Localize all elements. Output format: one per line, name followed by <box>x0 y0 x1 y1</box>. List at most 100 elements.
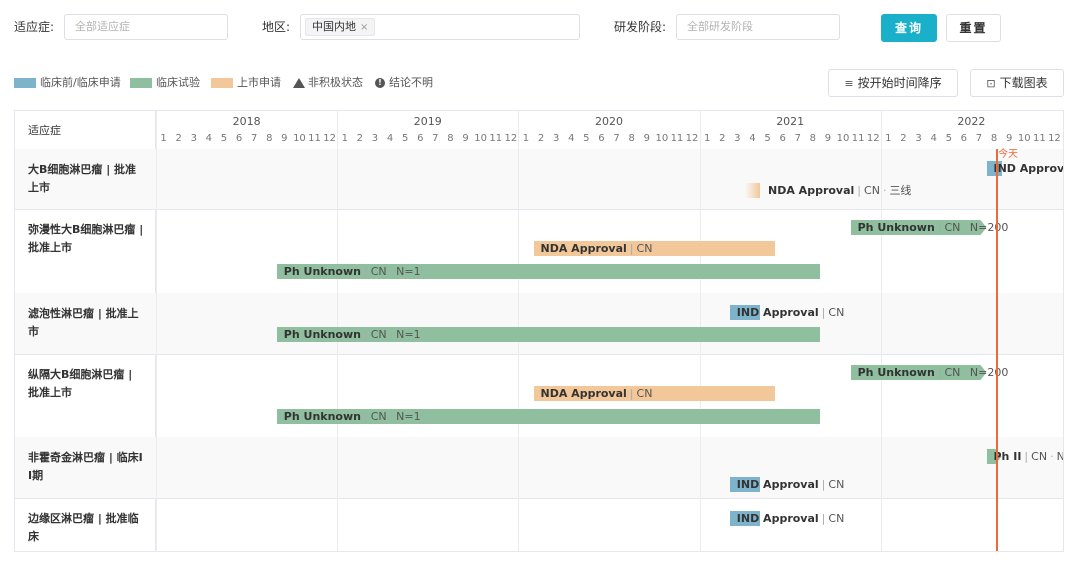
bar-separator: · <box>882 184 887 197</box>
year-label: 2021 <box>776 115 805 128</box>
month-label: 11 <box>1032 133 1046 144</box>
bar-separator: · <box>963 366 967 379</box>
timeline-row: 非霍奇金淋巴瘤 | 临床II期 <box>15 437 1063 499</box>
month-label: 7 <box>794 133 801 144</box>
phase-select[interactable]: 全部研发阶段 <box>676 14 840 40</box>
month-label: 8 <box>809 133 817 144</box>
month-label: 7 <box>250 133 258 144</box>
timeline-chart: 适应症 2018 1 2 3 4 5 6 7 8 9 10 11 12 2019 1 2 3 4 5 6 7 8 9 10 11… <box>14 110 1064 552</box>
month-label: 10 <box>836 133 850 144</box>
bar-separator: | <box>629 242 634 255</box>
bar-detail: CN <box>370 265 387 278</box>
month-label: 11 <box>670 133 684 144</box>
download-icon: ⊡ <box>986 77 996 90</box>
year-gridline <box>156 111 157 551</box>
timeline-bar-nda[interactable] <box>744 183 760 198</box>
legend-swatch-nda <box>211 78 233 88</box>
bar-detail: CN <box>370 328 387 341</box>
bar-phase-name: Ph Unknown <box>283 410 361 423</box>
bar-separator: | <box>1024 450 1029 463</box>
month-label: 9 <box>824 133 832 144</box>
indication-label[interactable]: 弥漫性大B细胞淋巴瘤 | 批准上市 <box>28 221 146 257</box>
indication-column-header: 适应症 <box>28 124 61 137</box>
month-label: 11 <box>851 133 865 144</box>
bar-label: IND Approval|CN <box>737 511 845 526</box>
reset-button[interactable]: 重置 <box>946 14 1001 42</box>
month-label: 2 <box>537 133 545 144</box>
bar-label: NDA Approval | CN <box>541 386 653 401</box>
month-label: 10 <box>293 133 306 144</box>
download-label: 下载图表 <box>999 76 1048 90</box>
close-icon[interactable]: × <box>360 22 368 33</box>
region-select[interactable]: 中国内地 × <box>300 14 580 40</box>
month-label: 6 <box>235 133 243 144</box>
bar-detail: CN <box>944 221 961 234</box>
triangle-icon <box>293 78 305 88</box>
indication-label[interactable]: 滤泡性淋巴瘤 | 批准上市 <box>28 305 146 341</box>
indication-label[interactable]: 边缘区淋巴瘤 | 批准临床 <box>28 510 146 546</box>
bar-detail: N=200 <box>969 366 1009 379</box>
month-label: 3 <box>190 133 197 144</box>
indication-label[interactable]: 纵隔大B细胞淋巴瘤 | 批准上市 <box>28 366 146 402</box>
bar-detail: CN <box>864 184 880 197</box>
sort-label: 按开始时间降序 <box>857 76 942 90</box>
month-label: 1 <box>341 133 348 144</box>
month-label: 7 <box>432 133 439 144</box>
month-label: 5 <box>220 133 228 144</box>
month-label: 1 <box>703 133 711 144</box>
bar-phase-name: Ph Unknown <box>857 366 935 379</box>
bar-detail: CN <box>370 410 387 423</box>
month-label: 9 <box>1005 133 1013 144</box>
month-label: 11 <box>489 133 503 144</box>
bar-phase-name: NDA Approval <box>768 184 855 197</box>
timeline-header: 适应症 2018 1 2 3 4 5 6 7 8 9 10 11 12 2019 1 2 3 4 5 6 7 8 9 10 11… <box>15 111 1063 150</box>
month-label: 8 <box>628 133 635 144</box>
month-label: 2 <box>356 133 364 144</box>
bar-phase-name: IND Approval <box>993 162 1064 175</box>
bar-separator: | <box>629 387 634 400</box>
bar-label: NDA Approval | CN <box>541 241 653 256</box>
month-label: 12 <box>1048 133 1061 144</box>
bar-label: Ph Unknown | CN · N=200 <box>858 220 1009 235</box>
bar-detail: N=200 <box>969 221 1009 234</box>
month-label: 9 <box>643 133 650 144</box>
bar-label: NDA Approval | CN · 三线 <box>768 183 911 198</box>
bar-phase-name: Ph Unknown <box>283 328 361 341</box>
month-label: 3 <box>371 133 379 144</box>
timeline-row: 大B细胞淋巴瘤 | 批准上市 <box>15 149 1063 210</box>
month-label: 3 <box>734 133 741 144</box>
month-label: 1 <box>885 133 892 144</box>
download-chart-button[interactable]: ⊡ 下载图表 <box>970 69 1064 97</box>
bar-phase-name: NDA Approval <box>540 242 627 255</box>
legend-label-ind: 临床前/临床申请 <box>40 76 121 89</box>
bar-detail: 三线 <box>889 184 912 197</box>
indication-select[interactable]: 全部适应症 <box>64 14 228 40</box>
phase-placeholder: 全部研发阶段 <box>687 20 753 33</box>
region-tag: 中国内地 × <box>305 18 376 36</box>
bar-detail: CN <box>944 366 961 379</box>
sort-button[interactable]: ≡ 按开始时间降序 <box>828 69 958 97</box>
month-label: 4 <box>930 133 937 144</box>
query-button[interactable]: 查询 <box>881 14 937 42</box>
month-label: 4 <box>568 133 575 144</box>
year-label: 2019 <box>413 115 442 128</box>
month-label: 6 <box>598 133 605 144</box>
month-label: 6 <box>960 133 968 144</box>
month-label: 4 <box>386 133 394 144</box>
bar-label: Ph Unknown | CN · N=1 <box>284 409 421 424</box>
month-label: 6 <box>417 133 424 144</box>
indication-placeholder: 全部适应症 <box>75 20 130 33</box>
bar-detail: N=1 <box>396 410 421 423</box>
indication-label[interactable]: 非霍奇金淋巴瘤 | 临床II期 <box>28 449 146 485</box>
bar-label: Ph Unknown | CN · N=1 <box>284 327 421 342</box>
bar-detail: CN <box>636 387 653 400</box>
legend-swatch-clinical <box>130 78 152 88</box>
bar-separator: | <box>363 328 368 341</box>
month-label: 8 <box>447 133 454 144</box>
month-label: 4 <box>749 133 756 144</box>
indication-label[interactable]: 大B细胞淋巴瘤 | 批准上市 <box>28 161 146 197</box>
month-label: 7 <box>613 133 620 144</box>
bar-label: IND Approval|CN <box>737 477 845 492</box>
year-label: 2020 <box>595 115 623 128</box>
bar-label: Ph Unknown | CN · N=1 <box>284 264 421 279</box>
